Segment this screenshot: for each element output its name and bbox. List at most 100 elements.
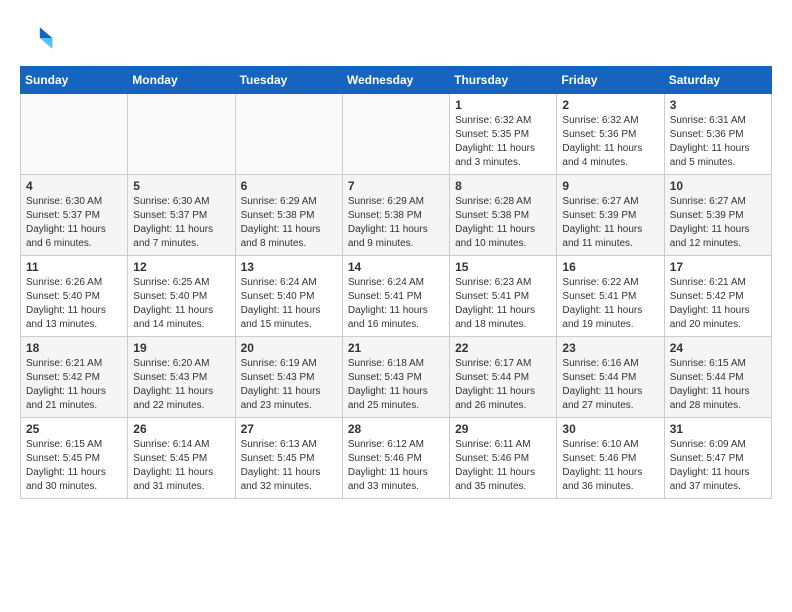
day-info: Sunrise: 6:18 AM Sunset: 5:43 PM Dayligh…: [348, 357, 444, 413]
calendar-week-row: 11 Sunrise: 6:26 AM Sunset: 5:40 PM Dayli…: [21, 256, 772, 337]
calendar-cell: 20Sunrise: 6:19 AM Sunset: 5:43 PM Dayli…: [235, 337, 342, 418]
day-number: 2: [562, 98, 658, 112]
calendar-day-header: Sunday: [21, 67, 128, 94]
calendar-week-row: 4 Sunrise: 6:30 AM Sunset: 5:37 PM Daylig…: [21, 175, 772, 256]
day-number: 28: [348, 422, 444, 436]
day-number: 23: [562, 341, 658, 355]
day-info: Sunrise: 6:24 AM Sunset: 5:40 PM Dayligh…: [241, 276, 337, 332]
calendar-week-row: 25 Sunrise: 6:15 AM Sunset: 5:45 PM Dayli…: [21, 418, 772, 499]
day-info: Sunrise: 6:29 AM Sunset: 5:38 PM Dayligh…: [241, 195, 337, 251]
day-info: Sunrise: 6:23 AM Sunset: 5:41 PM Dayligh…: [455, 276, 551, 332]
day-info: Sunrise: 6:22 AM Sunset: 5:41 PM Dayligh…: [562, 276, 658, 332]
calendar-cell: 3 Sunrise: 6:31 AM Sunset: 5:36 PM Daylig…: [664, 94, 771, 175]
day-number: 15: [455, 260, 551, 274]
calendar-cell: [128, 94, 235, 175]
day-info: Sunrise: 6:27 AM Sunset: 5:39 PM Dayligh…: [670, 195, 766, 251]
day-info: Sunrise: 6:17 AM Sunset: 5:44 PM Dayligh…: [455, 357, 551, 413]
day-info: Sunrise: 6:27 AM Sunset: 5:39 PM Dayligh…: [562, 195, 658, 251]
day-info: Sunrise: 6:25 AM Sunset: 5:40 PM Dayligh…: [133, 276, 229, 332]
calendar-cell: 22 Sunrise: 6:17 AM Sunset: 5:44 PM Dayli…: [450, 337, 557, 418]
day-info: Sunrise: 6:21 AM Sunset: 5:42 PM Dayligh…: [26, 357, 122, 413]
calendar-week-row: 18 Sunrise: 6:21 AM Sunset: 5:42 PM Dayli…: [21, 337, 772, 418]
day-number: 27: [241, 422, 337, 436]
logo: [20, 20, 62, 56]
calendar-cell: [21, 94, 128, 175]
calendar-cell: [235, 94, 342, 175]
day-number: 3: [670, 98, 766, 112]
day-number: 18: [26, 341, 122, 355]
calendar-week-row: 1Sunrise: 6:32 AM Sunset: 5:35 PM Daylig…: [21, 94, 772, 175]
calendar-cell: 18 Sunrise: 6:21 AM Sunset: 5:42 PM Dayli…: [21, 337, 128, 418]
day-number: 26: [133, 422, 229, 436]
day-number: 29: [455, 422, 551, 436]
day-number: 4: [26, 179, 122, 193]
day-number: 13: [241, 260, 337, 274]
calendar-cell: 7 Sunrise: 6:29 AM Sunset: 5:38 PM Daylig…: [342, 175, 449, 256]
calendar-cell: 8 Sunrise: 6:28 AM Sunset: 5:38 PM Daylig…: [450, 175, 557, 256]
day-info: Sunrise: 6:28 AM Sunset: 5:38 PM Dayligh…: [455, 195, 551, 251]
calendar-cell: [342, 94, 449, 175]
day-info: Sunrise: 6:24 AM Sunset: 5:41 PM Dayligh…: [348, 276, 444, 332]
day-number: 19: [133, 341, 229, 355]
calendar-cell: 19 Sunrise: 6:20 AM Sunset: 5:43 PM Dayli…: [128, 337, 235, 418]
day-info: Sunrise: 6:30 AM Sunset: 5:37 PM Dayligh…: [133, 195, 229, 251]
day-number: 12: [133, 260, 229, 274]
calendar-day-header: Wednesday: [342, 67, 449, 94]
day-info: Sunrise: 6:31 AM Sunset: 5:36 PM Dayligh…: [670, 114, 766, 170]
day-number: 1: [455, 98, 551, 112]
day-number: 10: [670, 179, 766, 193]
day-info: Sunrise: 6:15 AM Sunset: 5:44 PM Dayligh…: [670, 357, 766, 413]
day-number: 8: [455, 179, 551, 193]
day-info: Sunrise: 6:29 AM Sunset: 5:38 PM Dayligh…: [348, 195, 444, 251]
day-number: 16: [562, 260, 658, 274]
calendar-cell: 14 Sunrise: 6:24 AM Sunset: 5:41 PM Dayli…: [342, 256, 449, 337]
day-number: 17: [670, 260, 766, 274]
calendar-table: SundayMondayTuesdayWednesdayThursdayFrid…: [20, 66, 772, 499]
calendar-cell: 9 Sunrise: 6:27 AM Sunset: 5:39 PM Daylig…: [557, 175, 664, 256]
day-info: Sunrise: 6:12 AM Sunset: 5:46 PM Dayligh…: [348, 438, 444, 494]
calendar-cell: 15 Sunrise: 6:23 AM Sunset: 5:41 PM Dayli…: [450, 256, 557, 337]
calendar-cell: 21 Sunrise: 6:18 AM Sunset: 5:43 PM Dayli…: [342, 337, 449, 418]
day-number: 6: [241, 179, 337, 193]
calendar-day-header: Thursday: [450, 67, 557, 94]
calendar-cell: 30 Sunrise: 6:10 AM Sunset: 5:46 PM Dayli…: [557, 418, 664, 499]
calendar-cell: 1Sunrise: 6:32 AM Sunset: 5:35 PM Daylig…: [450, 94, 557, 175]
calendar-cell: 2 Sunrise: 6:32 AM Sunset: 5:36 PM Daylig…: [557, 94, 664, 175]
day-number: 31: [670, 422, 766, 436]
calendar-cell: 10 Sunrise: 6:27 AM Sunset: 5:39 PM Dayli…: [664, 175, 771, 256]
calendar-cell: 26Sunrise: 6:14 AM Sunset: 5:45 PM Dayli…: [128, 418, 235, 499]
logo-icon: [20, 20, 56, 56]
day-info: Sunrise: 6:26 AM Sunset: 5:40 PM Dayligh…: [26, 276, 122, 332]
calendar-cell: 23Sunrise: 6:16 AM Sunset: 5:44 PM Dayli…: [557, 337, 664, 418]
day-info: Sunrise: 6:11 AM Sunset: 5:46 PM Dayligh…: [455, 438, 551, 494]
calendar-day-header: Monday: [128, 67, 235, 94]
day-info: Sunrise: 6:19 AM Sunset: 5:43 PM Dayligh…: [241, 357, 337, 413]
day-number: 22: [455, 341, 551, 355]
calendar-day-header: Friday: [557, 67, 664, 94]
calendar-day-header: Tuesday: [235, 67, 342, 94]
day-info: Sunrise: 6:10 AM Sunset: 5:46 PM Dayligh…: [562, 438, 658, 494]
calendar-cell: 12 Sunrise: 6:25 AM Sunset: 5:40 PM Dayli…: [128, 256, 235, 337]
calendar-cell: 24Sunrise: 6:15 AM Sunset: 5:44 PM Dayli…: [664, 337, 771, 418]
calendar-cell: 28 Sunrise: 6:12 AM Sunset: 5:46 PM Dayli…: [342, 418, 449, 499]
page-header: [20, 20, 772, 56]
calendar-cell: 29 Sunrise: 6:11 AM Sunset: 5:46 PM Dayli…: [450, 418, 557, 499]
day-number: 11: [26, 260, 122, 274]
day-number: 30: [562, 422, 658, 436]
day-info: Sunrise: 6:32 AM Sunset: 5:36 PM Dayligh…: [562, 114, 658, 170]
day-number: 9: [562, 179, 658, 193]
day-number: 14: [348, 260, 444, 274]
day-number: 25: [26, 422, 122, 436]
calendar-cell: 31Sunrise: 6:09 AM Sunset: 5:47 PM Dayli…: [664, 418, 771, 499]
day-number: 21: [348, 341, 444, 355]
day-number: 5: [133, 179, 229, 193]
day-info: Sunrise: 6:15 AM Sunset: 5:45 PM Dayligh…: [26, 438, 122, 494]
day-info: Sunrise: 6:13 AM Sunset: 5:45 PM Dayligh…: [241, 438, 337, 494]
day-number: 7: [348, 179, 444, 193]
calendar-cell: 13 Sunrise: 6:24 AM Sunset: 5:40 PM Dayli…: [235, 256, 342, 337]
calendar-cell: 16 Sunrise: 6:22 AM Sunset: 5:41 PM Dayli…: [557, 256, 664, 337]
day-info: Sunrise: 6:21 AM Sunset: 5:42 PM Dayligh…: [670, 276, 766, 332]
day-info: Sunrise: 6:30 AM Sunset: 5:37 PM Dayligh…: [26, 195, 122, 251]
calendar-cell: 5 Sunrise: 6:30 AM Sunset: 5:37 PM Daylig…: [128, 175, 235, 256]
day-info: Sunrise: 6:20 AM Sunset: 5:43 PM Dayligh…: [133, 357, 229, 413]
